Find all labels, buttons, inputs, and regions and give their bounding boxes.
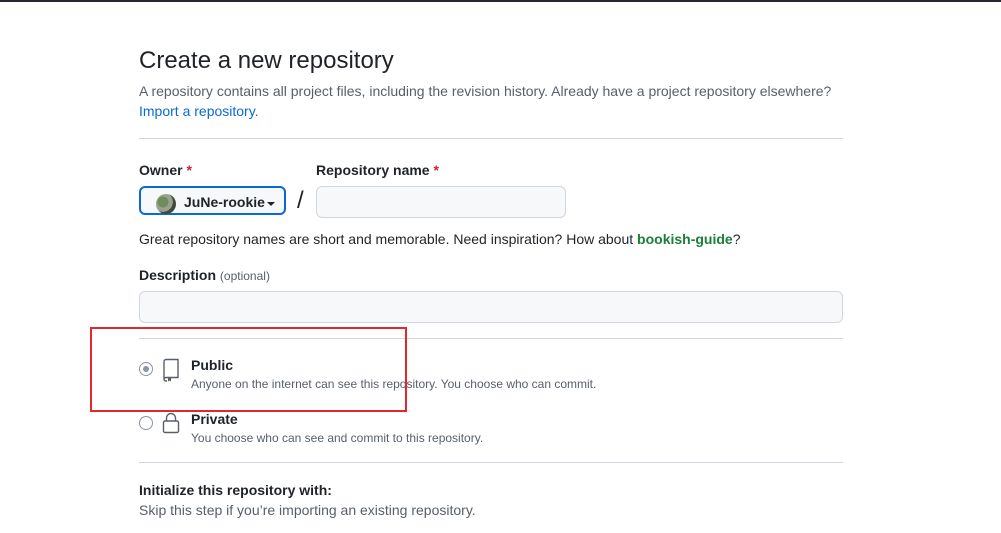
repository-name-input[interactable] <box>316 186 566 218</box>
divider <box>139 462 843 463</box>
private-description: You choose who can see and commit to thi… <box>191 431 484 445</box>
description-input[interactable] <box>139 291 843 323</box>
top-border <box>0 0 1001 2</box>
suggested-name[interactable]: bookish-guide <box>637 231 733 247</box>
lock-icon <box>161 411 181 440</box>
divider <box>139 138 843 139</box>
required-mark: * <box>433 162 439 178</box>
private-title: Private <box>191 411 238 427</box>
avatar <box>156 194 176 214</box>
owner-dropdown-button[interactable]: JuNe-rookie <box>139 186 286 215</box>
initialize-title: Initialize this repository with: <box>139 482 332 498</box>
owner-name: JuNe-rookie <box>184 194 265 210</box>
private-radio[interactable] <box>139 416 153 430</box>
repo-name-hint: Great repository names are short and mem… <box>139 231 741 247</box>
owner-label: Owner * <box>139 162 192 178</box>
page-subtitle: A repository contains all project files,… <box>139 83 832 99</box>
description-label: Description (optional) <box>139 267 270 283</box>
annotation-highlight-box <box>90 327 407 412</box>
page-title: Create a new repository <box>139 47 394 74</box>
optional-label: (optional) <box>219 269 270 283</box>
initialize-subtitle: Skip this step if you’re importing an ex… <box>139 502 476 518</box>
import-repository-link[interactable]: Import a repository. <box>139 102 259 120</box>
repo-name-label: Repository name * <box>316 162 439 178</box>
caret-down-icon <box>267 202 275 206</box>
required-mark: * <box>186 162 192 178</box>
owner-repo-separator: / <box>297 187 304 214</box>
